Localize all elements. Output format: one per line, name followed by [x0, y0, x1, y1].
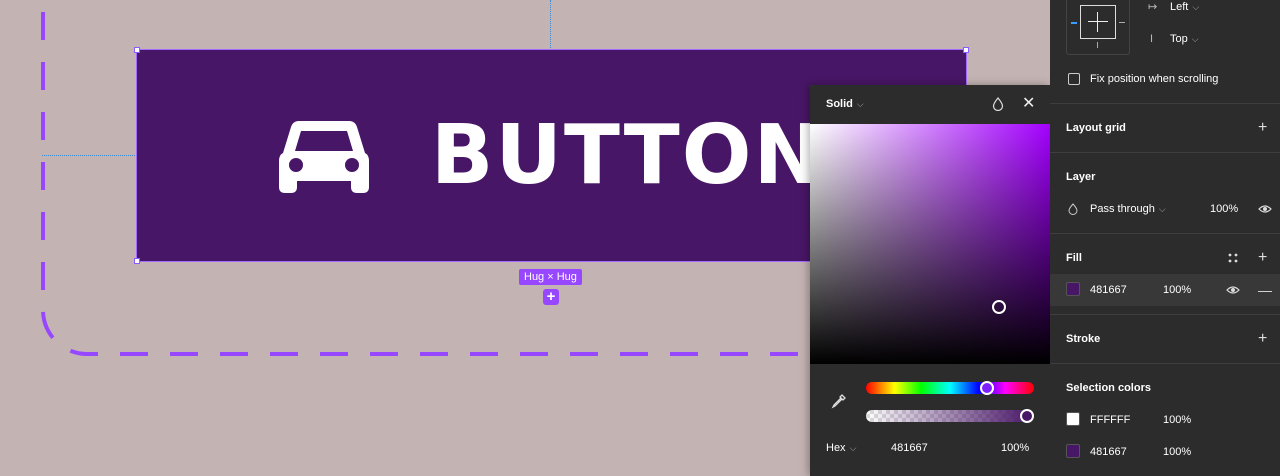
section-divider: [1050, 233, 1280, 234]
layer-section-header: Layer: [1050, 167, 1280, 187]
fix-position-row[interactable]: Fix position when scrolling: [1050, 69, 1280, 89]
selection-colors-title: Selection colors: [1066, 382, 1151, 394]
resize-handle-top-left[interactable]: [134, 47, 140, 53]
chevron-down-icon: ⌵: [849, 443, 857, 453]
hue-slider-knob[interactable]: [979, 381, 994, 395]
chevron-down-icon: ⌵: [1191, 34, 1199, 44]
layer-title: Layer: [1066, 171, 1096, 183]
fill-type-label: Solid: [826, 98, 853, 110]
eye-icon[interactable]: [1258, 204, 1272, 214]
selection-color-opacity[interactable]: 100%: [1163, 442, 1191, 462]
fill-section-header: Fill +: [1050, 248, 1280, 268]
horizontal-constraint-value: Left: [1170, 1, 1189, 13]
spacing-guide-vertical: [550, 0, 551, 48]
eyedropper-icon[interactable]: [831, 393, 847, 409]
stroke-title: Stroke: [1066, 333, 1101, 345]
properties-panel: ↦ Left ⌵ I Top ⌵ Fix position when scrolli…: [1050, 0, 1280, 476]
section-divider: [1050, 103, 1280, 104]
opacity-slider-knob[interactable]: [1020, 409, 1034, 423]
fill-swatch[interactable]: [1066, 282, 1080, 296]
horizontal-constraint-icon: ↦: [1148, 1, 1158, 13]
eye-icon[interactable]: [1226, 285, 1240, 295]
selection-color-swatch[interactable]: [1066, 444, 1080, 458]
selection-colors-header: Selection colors: [1050, 378, 1280, 398]
fill-opacity-input[interactable]: 100%: [1163, 280, 1191, 300]
fill-type-dropdown[interactable]: Solid ⌵: [826, 98, 864, 110]
section-divider: [1050, 314, 1280, 315]
color-picker-header: Solid ⌵ ✕: [810, 85, 1050, 124]
layer-row: Pass through ⌵ 100%: [1050, 199, 1280, 219]
add-stroke-button[interactable]: +: [1258, 329, 1267, 349]
chevron-down-icon: ⌵: [856, 99, 864, 109]
car-icon: [278, 120, 369, 193]
blend-mode-icon: [1068, 203, 1078, 215]
saturation-knob[interactable]: [992, 300, 1006, 314]
add-fill-button[interactable]: +: [1258, 248, 1267, 268]
fill-row[interactable]: 481667 100% —: [1050, 280, 1280, 300]
selection-color-hex[interactable]: FFFFFF: [1090, 410, 1130, 430]
button-label: BUTTON: [430, 107, 825, 203]
add-auto-layout-item-button[interactable]: +: [543, 289, 559, 305]
fill-title: Fill: [1066, 252, 1082, 264]
resize-handle-top-right[interactable]: [963, 47, 969, 53]
blend-mode-value: Pass through: [1090, 203, 1155, 215]
fill-hex-input[interactable]: 481667: [1090, 280, 1127, 300]
vertical-constraint-dropdown[interactable]: Top ⌵: [1170, 29, 1199, 49]
section-divider: [1050, 152, 1280, 153]
color-picker-popover: Solid ⌵ ✕ Hex ⌵ 481667 100%: [810, 85, 1050, 476]
styles-grid-icon[interactable]: [1228, 253, 1238, 263]
constraint-right-indicator[interactable]: [1119, 22, 1125, 23]
vertical-constraint-icon: I: [1150, 33, 1154, 45]
selection-color-row[interactable]: FFFFFF 100%: [1050, 410, 1280, 430]
saturation-brightness-area[interactable]: [810, 124, 1050, 364]
spacing-guide-horizontal: [42, 155, 137, 156]
opacity-slider[interactable]: [866, 409, 1034, 423]
selection-color-opacity[interactable]: 100%: [1163, 410, 1191, 430]
layer-opacity-input[interactable]: 100%: [1210, 199, 1238, 219]
selection-color-row[interactable]: 481667 100%: [1050, 442, 1280, 462]
layout-grid-title: Layout grid: [1066, 122, 1126, 134]
selection-color-swatch[interactable]: [1066, 412, 1080, 426]
selection-color-hex[interactable]: 481667: [1090, 442, 1127, 462]
horizontal-constraint-dropdown[interactable]: Left ⌵: [1170, 0, 1199, 17]
stroke-section: Stroke +: [1050, 329, 1280, 349]
chevron-down-icon: ⌵: [1192, 2, 1200, 12]
opacity-input[interactable]: 100%: [1001, 442, 1029, 454]
drop-icon[interactable]: [992, 97, 1004, 111]
resize-handle-bottom-left[interactable]: [134, 258, 140, 264]
chevron-down-icon: ⌵: [1158, 204, 1166, 214]
remove-fill-button[interactable]: —: [1258, 280, 1272, 300]
add-layout-grid-button[interactable]: +: [1258, 118, 1267, 138]
color-format-dropdown[interactable]: Hex ⌵: [826, 442, 856, 454]
fix-position-label: Fix position when scrolling: [1090, 73, 1219, 85]
vertical-constraint-row[interactable]: I Top ⌵: [1050, 29, 1280, 49]
section-divider: [1050, 363, 1280, 364]
vertical-constraint-value: Top: [1170, 33, 1188, 45]
close-icon[interactable]: ✕: [1022, 96, 1035, 112]
blend-mode-dropdown[interactable]: Pass through ⌵: [1090, 199, 1166, 219]
hex-input[interactable]: 481667: [891, 442, 928, 454]
constraint-left-indicator[interactable]: [1071, 22, 1077, 24]
fix-position-checkbox[interactable]: [1068, 73, 1080, 85]
layout-grid-section: Layout grid +: [1050, 118, 1280, 138]
sizing-badge: Hug × Hug: [519, 269, 582, 285]
horizontal-constraint-row[interactable]: ↦ Left ⌵: [1050, 0, 1280, 17]
hue-slider[interactable]: [866, 381, 1034, 395]
color-format-label: Hex: [826, 442, 846, 454]
